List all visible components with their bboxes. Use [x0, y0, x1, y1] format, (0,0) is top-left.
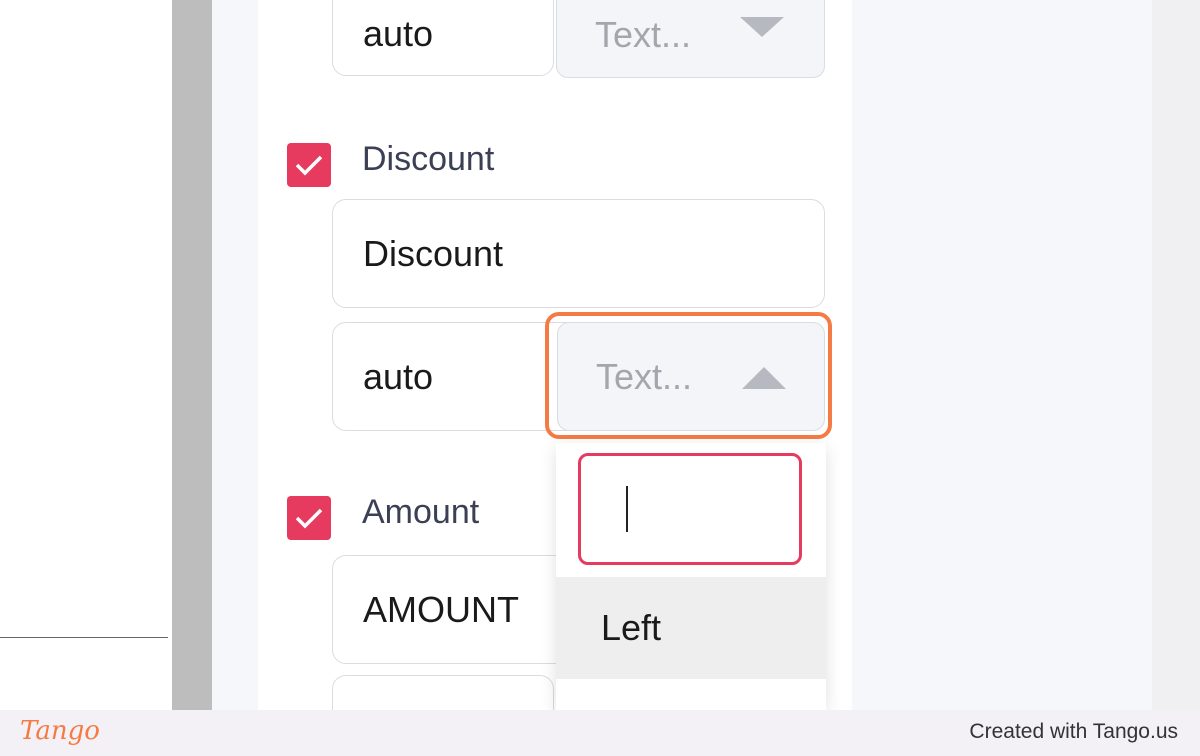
- top-align-select[interactable]: Text...: [556, 0, 825, 78]
- discount-checkbox[interactable]: [287, 143, 331, 187]
- footer-bar: Tango Created with Tango.us: [0, 710, 1200, 756]
- amount-checkbox[interactable]: [287, 496, 331, 540]
- discount-label: Discount: [362, 140, 495, 178]
- dropdown-search-input[interactable]: [578, 453, 802, 565]
- align-dropdown-menu: Left: [556, 443, 826, 710]
- check-icon: [295, 155, 323, 176]
- discount-title-input[interactable]: Discount: [332, 199, 825, 308]
- right-background: [852, 0, 1152, 710]
- right-edge: [1152, 0, 1200, 710]
- footer-credit: Created with Tango.us: [969, 720, 1178, 743]
- dropdown-option-label: Left: [601, 607, 662, 648]
- text-caret: [626, 486, 628, 532]
- discount-width-value: auto: [363, 355, 434, 397]
- panel-gutter: [212, 0, 258, 710]
- scrollbar-track[interactable]: [172, 0, 212, 710]
- top-align-select-text: Text...: [595, 14, 692, 55]
- triangle-down-icon: [740, 17, 784, 37]
- check-icon: [295, 508, 323, 529]
- top-width-input[interactable]: auto: [332, 0, 554, 76]
- left-canvas: [0, 0, 172, 710]
- amount-title-value: AMOUNT: [363, 588, 519, 630]
- discount-title-value: Discount: [363, 232, 504, 274]
- divider-line: [0, 637, 168, 638]
- step-highlight: [545, 312, 832, 439]
- top-width-value: auto: [363, 13, 434, 54]
- amount-label: Amount: [362, 493, 480, 531]
- dropdown-option-left[interactable]: Left: [556, 577, 826, 679]
- tango-logo[interactable]: Tango: [20, 716, 100, 746]
